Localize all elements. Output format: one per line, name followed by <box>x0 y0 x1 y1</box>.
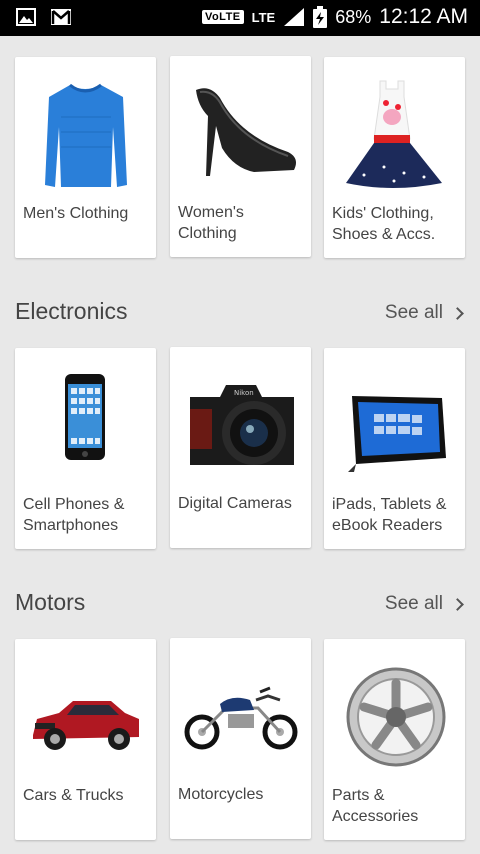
network-type: LTE <box>251 9 276 25</box>
category-card-parts-accessories[interactable]: Parts & Accessories <box>324 639 465 840</box>
see-all-label: See all <box>384 302 443 323</box>
category-card-digital-cameras[interactable]: Nikon Digital Cameras <box>170 347 311 548</box>
volte-badge: VoLTE <box>201 10 244 24</box>
category-label: Motorcycles <box>178 786 264 803</box>
category-label: Men's Clothing <box>23 205 129 222</box>
wheel-icon <box>346 667 446 767</box>
categories-list: Men's Clothing Women's Clothing Kids' Cl… <box>0 36 480 854</box>
tablet-icon <box>348 396 446 472</box>
category-card-mens-clothing[interactable]: Men's Clothing <box>15 57 156 258</box>
gmail-icon <box>51 9 71 25</box>
category-card-motorcycles[interactable]: Motorcycles <box>170 638 311 839</box>
category-label: Cars & Trucks <box>23 787 124 804</box>
section-title-motors: Motors <box>15 589 86 615</box>
category-label: iPads, Tablets & eBook Readers <box>332 496 447 534</box>
category-card-tablets[interactable]: iPads, Tablets & eBook Readers <box>324 348 465 549</box>
clock: 12:12 AM <box>379 5 468 28</box>
category-card-kids-clothing[interactable]: Kids' Clothing, Shoes & Accs. <box>324 57 465 258</box>
chevron-right-icon <box>451 597 464 611</box>
signal-icon <box>284 8 305 26</box>
dress-icon <box>346 80 442 188</box>
phone-icon <box>65 374 105 460</box>
status-bar: VoLTE LTE 68% 12:12 AM <box>0 0 480 36</box>
category-label: Cell Phones & Smartphones <box>23 496 125 534</box>
see-all-motors[interactable]: See all <box>385 593 466 615</box>
battery-percent: 68% <box>335 6 372 27</box>
category-label: Kids' Clothing, Shoes & Accs. <box>332 205 436 243</box>
see-all-label: See all <box>384 593 443 614</box>
category-card-cars-trucks[interactable]: Cars & Trucks <box>15 639 156 840</box>
battery-charging-icon <box>313 6 328 28</box>
motorcycle-icon <box>184 686 298 750</box>
see-all-electronics[interactable]: See all <box>385 302 466 324</box>
gallery-icon <box>16 8 36 26</box>
section-title-electronics: Electronics <box>15 298 128 324</box>
car-icon <box>33 701 139 750</box>
category-label: Women's Clothing <box>178 204 244 242</box>
svg-text:Nikon: Nikon <box>234 389 254 397</box>
category-label: Parts & Accessories <box>332 787 419 825</box>
chevron-right-icon <box>451 306 464 320</box>
camera-icon: Nikon <box>190 385 294 465</box>
category-label: Digital Cameras <box>178 495 292 512</box>
shirt-icon <box>45 83 127 187</box>
category-card-womens-clothing[interactable]: Women's Clothing <box>170 56 311 257</box>
category-card-cell-phones[interactable]: Cell Phones & Smartphones <box>15 348 156 549</box>
heel-icon <box>196 88 296 176</box>
